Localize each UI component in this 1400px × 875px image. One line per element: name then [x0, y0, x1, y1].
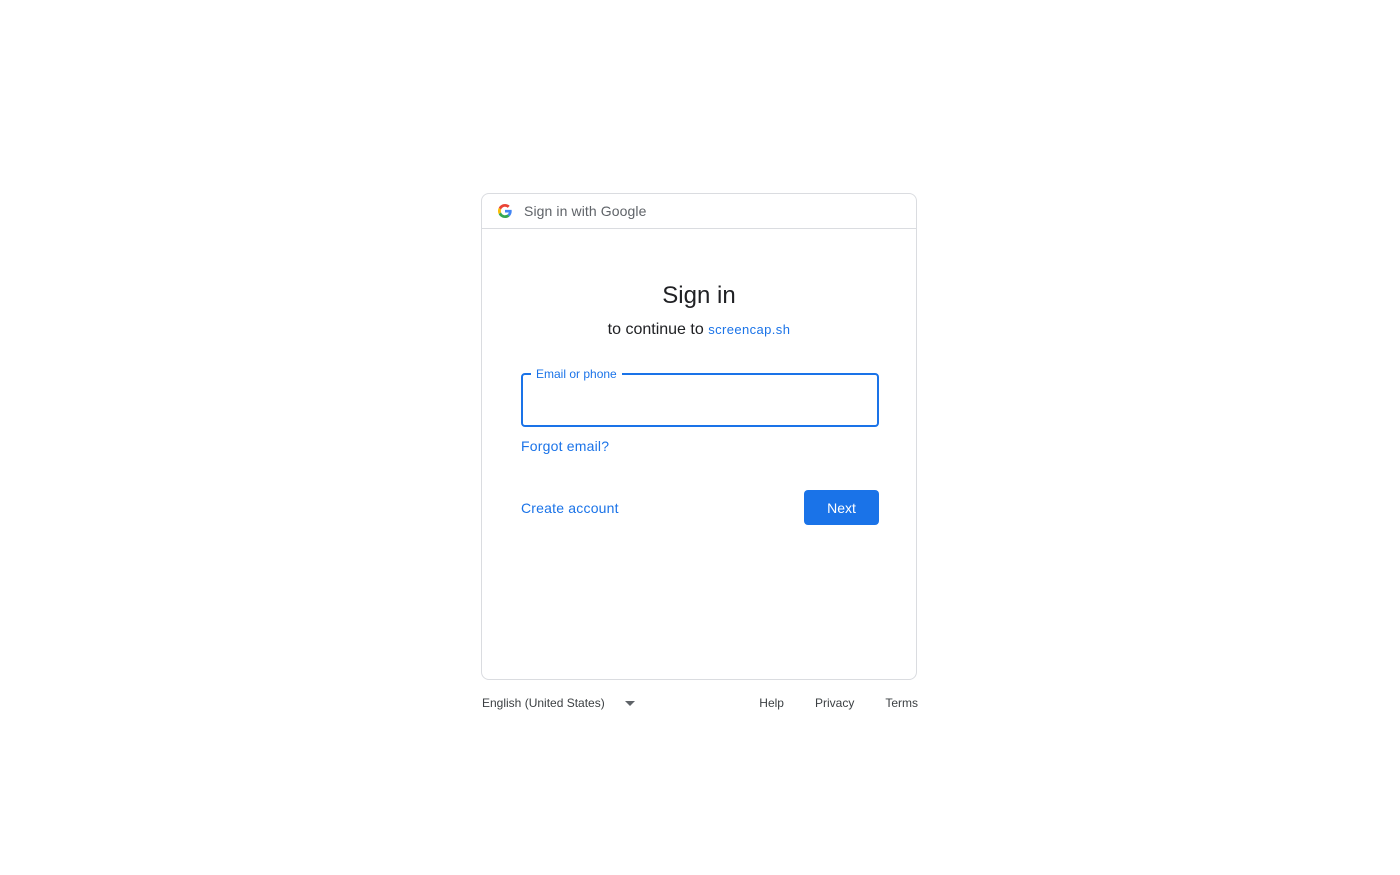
create-account-link[interactable]: Create account	[521, 500, 619, 516]
subtitle: to continue to screencap.sh	[482, 321, 916, 339]
app-link[interactable]: screencap.sh	[708, 322, 790, 337]
language-label: English (United States)	[482, 696, 605, 710]
language-selector[interactable]: English (United States)	[482, 696, 635, 710]
email-field-container: Email or phone	[521, 366, 879, 427]
card-header: Sign in with Google	[482, 194, 916, 229]
email-field[interactable]	[523, 375, 877, 425]
privacy-link[interactable]: Privacy	[815, 696, 854, 710]
header-text: Sign in with Google	[524, 203, 647, 219]
page: Sign in with Google Sign in to continue …	[0, 0, 1400, 875]
terms-link[interactable]: Terms	[885, 696, 918, 710]
caret-down-icon	[624, 700, 635, 706]
page-title: Sign in	[662, 282, 736, 309]
sign-in-card: Sign in with Google Sign in to continue …	[481, 193, 917, 680]
forgot-email-link[interactable]: Forgot email?	[521, 438, 609, 454]
subtitle-prefix: to continue to	[607, 321, 704, 338]
footer-links: Help Privacy Terms	[728, 696, 918, 710]
next-button[interactable]: Next	[804, 490, 879, 525]
google-logo-icon	[498, 204, 512, 218]
help-link[interactable]: Help	[759, 696, 784, 710]
footer: English (United States) Help Privacy Ter…	[481, 694, 918, 714]
